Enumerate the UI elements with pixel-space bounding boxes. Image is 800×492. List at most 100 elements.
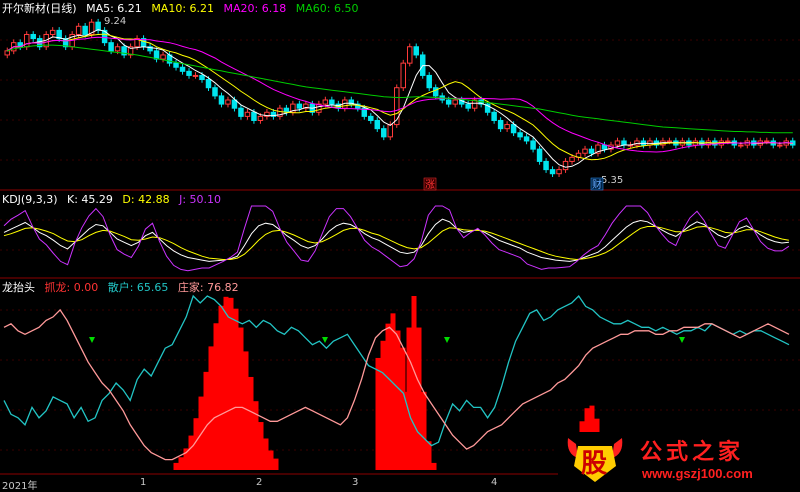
- low-price-label: 5.35: [601, 175, 623, 186]
- dragon-bar: [375, 357, 381, 470]
- candle-body: [504, 124, 510, 130]
- candle-body: [368, 115, 374, 121]
- stock-title[interactable]: 开尔新材(日线): [2, 2, 77, 15]
- buy-signal-marker: [322, 337, 328, 343]
- dragon-bar: [208, 346, 214, 470]
- kdj-j-line: [3, 205, 790, 272]
- candle-body: [491, 111, 497, 121]
- dragon-bar: [268, 450, 274, 470]
- kdj-title[interactable]: KDJ(9,3,3): [2, 193, 58, 206]
- dragon-bar: [178, 457, 184, 470]
- candle-body: [173, 62, 179, 68]
- kdj-k-line: [3, 218, 789, 262]
- candle-body: [536, 148, 543, 162]
- candle-body: [257, 115, 264, 121]
- d-value: D: 42.88: [122, 193, 170, 206]
- j-value: J: 50.10: [179, 193, 222, 206]
- candle-body: [4, 50, 10, 56]
- candle-body: [777, 144, 783, 147]
- candle-body: [218, 95, 225, 105]
- dragon-bar: [218, 305, 224, 470]
- candle-body: [108, 42, 114, 52]
- main-panel: [0, 0, 800, 190]
- candle-body: [244, 111, 251, 117]
- candle-body: [445, 99, 452, 105]
- main-header: 开尔新材(日线) MA5: 6.21 MA10: 6.21 MA20: 6.18…: [2, 2, 364, 15]
- candle-body: [582, 148, 588, 154]
- dragon-bar: [203, 371, 209, 470]
- k-value: K: 45.29: [67, 193, 113, 206]
- dragon-bar: [263, 438, 269, 470]
- candle-body: [75, 25, 82, 35]
- dragon-bar: [273, 458, 279, 470]
- candle-body: [549, 169, 556, 175]
- candle-body: [556, 169, 562, 175]
- candle-body: [231, 99, 238, 109]
- indicator-title[interactable]: 龙抬头: [2, 281, 35, 294]
- watermark: 股 公式之家 www.gszj100.com: [558, 432, 800, 488]
- candle-body: [160, 54, 166, 60]
- dragon-bar: [248, 376, 254, 470]
- dragon-bar: [253, 401, 259, 470]
- dragon-value: 抓龙: 0.00: [44, 281, 99, 294]
- candle-body: [199, 74, 205, 81]
- watermark-url[interactable]: www.gszj100.com: [642, 466, 753, 481]
- dragon-bar: [396, 441, 402, 470]
- banker-value: 庄家: 76.82: [177, 281, 239, 294]
- dragon-bar: [238, 327, 244, 470]
- candle-body: [621, 140, 627, 146]
- candle-body: [413, 46, 419, 56]
- candle-body: [452, 99, 458, 105]
- dragon-bar: [411, 296, 417, 470]
- candle-body: [387, 124, 394, 138]
- watermark-title: 公式之家: [640, 440, 745, 465]
- candle-body: [179, 66, 186, 72]
- candle-body: [530, 140, 536, 150]
- candle-body: [114, 46, 121, 52]
- candle-body: [400, 62, 406, 89]
- candle-body: [296, 103, 303, 109]
- dragon-bar: [233, 308, 239, 470]
- candle-body: [212, 87, 218, 97]
- candle-body: [251, 111, 257, 121]
- candle-body: [225, 99, 231, 105]
- candle-body: [192, 74, 199, 77]
- dragon-bar: [380, 340, 386, 470]
- retail-value: 散户: 65.65: [107, 281, 169, 294]
- buy-signal-marker: [679, 337, 685, 343]
- candle-body: [374, 119, 381, 130]
- dragon-bar: [223, 296, 229, 470]
- ma60-value: MA60: 6.50: [295, 2, 359, 15]
- high-price-label: 9.24: [104, 16, 126, 27]
- candle-body: [381, 128, 387, 138]
- candle-body: [588, 148, 595, 154]
- indicator-header: 龙抬头 抓龙: 0.00 散户: 65.65 庄家: 76.82: [2, 281, 245, 294]
- candle-body: [523, 136, 530, 142]
- candle-body: [497, 119, 504, 130]
- dragon-bar: [173, 462, 179, 470]
- bull-logo-icon: 股: [567, 438, 623, 482]
- candle-body: [569, 156, 575, 162]
- candle-body: [238, 107, 244, 117]
- x-label-month-1: 1: [140, 477, 147, 488]
- candle-body: [465, 103, 471, 109]
- dragon-bar: [421, 391, 427, 470]
- kdj-header: KDJ(9,3,3) K: 45.29 D: 42.88 J: 50.10: [2, 193, 227, 206]
- dragon-bar: [390, 313, 396, 470]
- up-tag[interactable]: 涨: [425, 179, 435, 191]
- ma20-value: MA20: 6.18: [223, 2, 287, 15]
- buy-signal-marker: [444, 337, 450, 343]
- stock-chart[interactable]: 9.24 5.35 涨 财: [0, 0, 800, 490]
- candle-body: [82, 25, 88, 35]
- candle-body: [322, 99, 329, 105]
- candle-body: [666, 140, 673, 143]
- candle-body: [426, 74, 432, 89]
- candle-body: [725, 140, 731, 143]
- candle-body: [764, 140, 770, 143]
- dragon-bar: [188, 435, 194, 470]
- kdj-lines: [3, 205, 790, 272]
- fin-tag[interactable]: 财: [592, 178, 602, 191]
- candle-body: [510, 124, 517, 134]
- candle-body: [517, 132, 523, 138]
- dragon-bar: [406, 327, 412, 470]
